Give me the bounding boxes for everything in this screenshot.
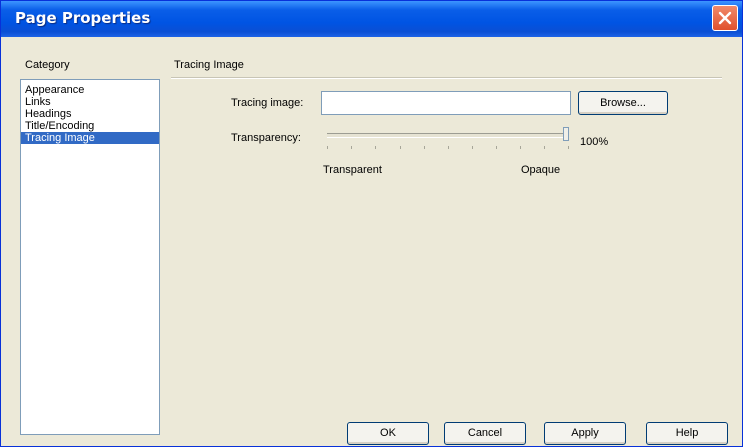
slider-max-label: Opaque — [521, 164, 561, 176]
tracing-image-label-text: Tracing image: — [231, 97, 304, 109]
tracing-image-input[interactable] — [321, 91, 571, 115]
category-item-tracing-image[interactable]: Tracing Image — [21, 132, 159, 144]
slider-tick — [327, 146, 328, 149]
transparency-value: 100% — [580, 136, 609, 148]
slider-tick — [424, 146, 425, 149]
cancel-button[interactable]: Cancel — [444, 422, 526, 445]
section-title: Tracing Image — [174, 59, 244, 71]
slider-tick — [496, 146, 497, 149]
category-list[interactable]: Appearance Links Headings Title/Encoding… — [20, 79, 160, 435]
close-icon — [718, 11, 732, 25]
help-button[interactable]: Help — [646, 422, 728, 445]
slider-track — [327, 133, 569, 138]
category-item-headings[interactable]: Headings — [21, 108, 159, 120]
apply-button[interactable]: Apply — [544, 422, 626, 445]
title-bar: Page Properties — [1, 1, 742, 37]
slider-thumb[interactable] — [563, 127, 569, 141]
slider-tick — [568, 146, 569, 149]
category-item-title-encoding[interactable]: Title/Encoding — [21, 120, 159, 132]
slider-tick — [520, 146, 521, 149]
slider-tick — [544, 146, 545, 149]
slider-tick — [448, 146, 449, 149]
slider-tick — [400, 146, 401, 149]
slider-tick — [351, 146, 352, 149]
slider-tick — [375, 146, 376, 149]
window-title: Page Properties — [15, 9, 151, 27]
category-label: Category — [25, 59, 70, 71]
category-item-links[interactable]: Links — [21, 96, 159, 108]
ok-button[interactable]: OK — [347, 422, 429, 445]
transparency-slider[interactable] — [323, 127, 573, 149]
transparency-label: Transparency: — [231, 132, 301, 144]
close-button[interactable] — [712, 5, 738, 31]
page-properties-dialog: Page Properties Category Appearance Link… — [0, 0, 743, 447]
category-item-appearance[interactable]: Appearance — [21, 84, 159, 96]
section-divider — [171, 77, 722, 79]
slider-tick — [472, 146, 473, 149]
browse-button[interactable]: Browse... — [578, 91, 668, 115]
tracing-image-label: Tracing image: — [231, 97, 303, 109]
slider-min-label: Transparent — [323, 164, 382, 176]
